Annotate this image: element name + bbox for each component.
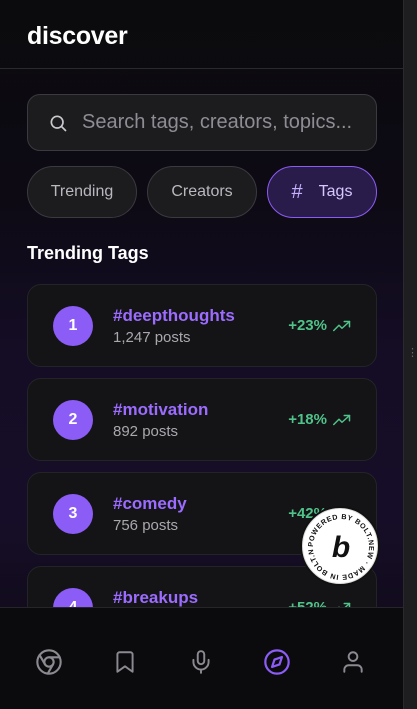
discover-screen: discover Trending Creators # Tags Trendi… xyxy=(0,0,403,709)
chrome-icon xyxy=(36,649,62,675)
filter-tags-chip[interactable]: # Tags xyxy=(267,166,377,218)
section-title: Trending Tags xyxy=(27,243,149,263)
bookmark-icon xyxy=(116,651,134,673)
tag-card[interactable]: 2 #motivation 892 posts +18% xyxy=(27,378,377,461)
nav-home-button[interactable] xyxy=(35,648,63,676)
bottom-nav xyxy=(0,607,403,709)
rank-badge: 2 xyxy=(53,400,93,440)
chip-label: Tags xyxy=(318,183,353,200)
nav-record-button[interactable] xyxy=(187,648,215,676)
user-icon xyxy=(343,651,363,673)
trending-up-icon xyxy=(333,414,351,425)
chip-label: Trending xyxy=(50,183,114,200)
page-title: discover xyxy=(27,22,128,50)
filter-trending-chip[interactable]: Trending xyxy=(27,166,137,218)
nav-discover-button[interactable] xyxy=(263,648,291,676)
bolt-logo-badge: POWERED BY BOLT.NEW · MADE IN BOLT.NEW ·… xyxy=(299,502,375,582)
trending-tags-list: 1 #deepthoughts 1,247 posts +23% 2 #moti… xyxy=(27,284,377,660)
tag-name: #deepthoughts xyxy=(113,306,235,325)
tag-post-count: 1,247 posts xyxy=(113,329,191,346)
growth-value: +18% xyxy=(288,411,327,428)
nav-saved-button[interactable] xyxy=(111,648,139,676)
rank-badge: 3 xyxy=(53,494,93,534)
nav-profile-button[interactable] xyxy=(339,648,367,676)
filter-creators-chip[interactable]: Creators xyxy=(147,166,257,218)
search-icon xyxy=(50,115,67,131)
growth-value: +23% xyxy=(288,317,327,334)
svg-text:b: b xyxy=(332,531,350,564)
tag-post-count: 756 posts xyxy=(113,517,179,534)
tag-name: #motivation xyxy=(113,400,209,419)
tag-post-count: 892 posts xyxy=(113,423,179,440)
chip-label: Creators xyxy=(171,183,233,200)
bolt-badge[interactable]: POWERED BY BOLT.NEW · MADE IN BOLT.NEW ·… xyxy=(299,502,378,584)
trending-up-icon xyxy=(333,320,351,331)
header: discover xyxy=(0,0,403,69)
search-bar[interactable] xyxy=(27,94,377,151)
compass-icon xyxy=(264,649,290,675)
panel-resize-strip[interactable]: ⋮⋮ xyxy=(403,0,417,709)
tag-card[interactable]: 1 #deepthoughts 1,247 posts +23% xyxy=(27,284,377,367)
growth-indicator: +18% xyxy=(288,411,351,428)
search-input[interactable] xyxy=(82,111,376,134)
hash-icon: # xyxy=(291,180,303,203)
rank-badge: 1 xyxy=(53,306,93,346)
resize-grip-icon[interactable]: ⋮⋮ xyxy=(407,348,417,359)
tag-name: #comedy xyxy=(113,494,187,513)
filter-chips: Trending Creators # Tags xyxy=(27,166,377,218)
microphone-icon xyxy=(192,650,210,674)
growth-indicator: +23% xyxy=(288,317,351,334)
tag-name: #breakups xyxy=(113,588,199,607)
